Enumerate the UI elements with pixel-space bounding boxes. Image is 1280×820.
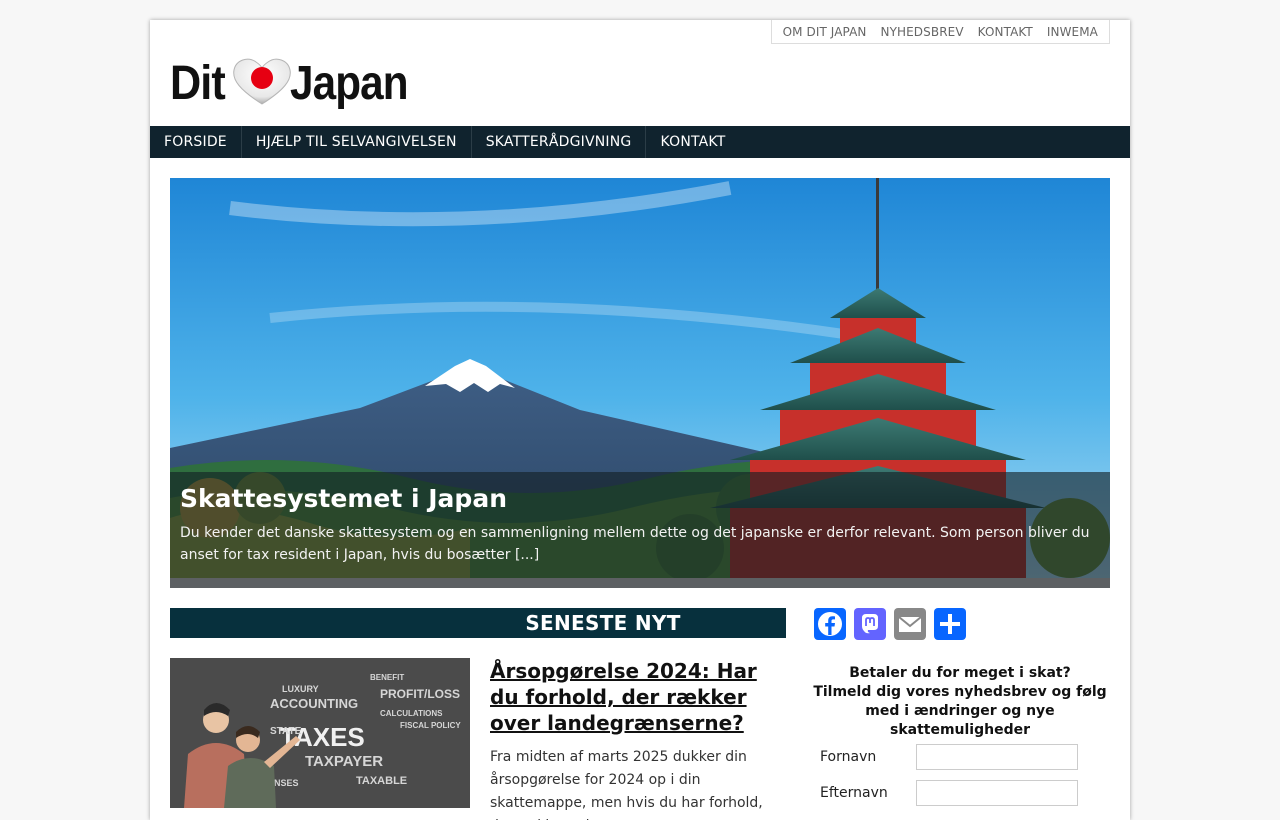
site-logo[interactable]: Dit Japan [170, 56, 410, 112]
facebook-icon[interactable] [814, 608, 846, 640]
mastodon-glyph-icon [862, 614, 878, 634]
top-nav-nyhedsbrev[interactable]: NYHEDSBREV [874, 25, 971, 39]
main-nav-hjaelp-selvangivelsen[interactable]: HJÆLP TIL SELVANGIVELSEN [242, 126, 472, 158]
mastodon-icon[interactable] [854, 608, 886, 640]
main-nav-forside[interactable]: FORSIDE [150, 126, 242, 158]
last-name-row: Efternavn [820, 780, 1080, 806]
email-icon[interactable] [894, 608, 926, 640]
page-container: OM DIT JAPAN NYHEDSBREV KONTAKT INWEMA D… [150, 20, 1130, 820]
featured-slider[interactable]: Skattesystemet i Japan Du kender det dan… [170, 178, 1110, 588]
signup-line-2: Tilmeld dig vores nyhedsbrev og følg med… [813, 684, 1107, 738]
latest-news-heading: SENESTE NYT [170, 608, 786, 638]
svg-text:LUXURY: LUXURY [282, 684, 319, 694]
svg-text:ACCOUNTING: ACCOUNTING [270, 696, 358, 711]
first-name-input[interactable] [916, 744, 1078, 770]
logo-word-japan: Japan [290, 57, 409, 110]
article-thumbnail[interactable]: ACCOUNTING PROFIT/LOSS TAXES TAXPAYER ST… [170, 658, 470, 808]
slider-progress-bar [170, 578, 1110, 588]
svg-text:TAXABLE: TAXABLE [356, 775, 407, 787]
latest-news-heading-text: SENESTE NYT [525, 611, 681, 635]
main-nav-skatteraadgivning[interactable]: SKATTERÅDGIVNING [472, 126, 647, 158]
svg-text:BENEFIT: BENEFIT [370, 673, 404, 682]
top-nav-om-dit-japan[interactable]: OM DIT JAPAN [776, 25, 874, 39]
article-excerpt: Fra midten af marts 2025 dukker din årso… [490, 749, 763, 820]
top-navigation: OM DIT JAPAN NYHEDSBREV KONTAKT INWEMA [770, 20, 1110, 44]
top-nav-inwema[interactable]: INWEMA [1040, 25, 1105, 39]
main-navigation: FORSIDE HJÆLP TIL SELVANGIVELSEN SKATTER… [150, 126, 1130, 158]
share-buttons [814, 608, 966, 640]
logo-word-dit: Dit [170, 57, 226, 110]
svg-text:TAXPAYER: TAXPAYER [305, 753, 383, 770]
svg-text:CALCULATIONS: CALCULATIONS [380, 709, 443, 718]
first-name-row: Fornavn [820, 744, 1080, 770]
svg-text:STATE: STATE [270, 726, 302, 737]
signup-line-1: Betaler du for meget i skat? [849, 665, 1071, 681]
hero-title[interactable]: Skattesystemet i Japan [180, 480, 1100, 518]
svg-text:FISCAL POLICY: FISCAL POLICY [400, 721, 461, 730]
heart-logo-icon [233, 58, 291, 105]
newsletter-signup-text: Betaler du for meget i skat? Tilmeld dig… [810, 664, 1110, 740]
main-nav-kontakt[interactable]: KONTAKT [646, 126, 739, 158]
share-icon[interactable] [934, 608, 966, 640]
svg-text:PROFIT/LOSS: PROFIT/LOSS [380, 687, 460, 701]
hero-caption: Skattesystemet i Japan Du kender det dan… [170, 472, 1110, 578]
last-name-label: Efternavn [820, 785, 888, 801]
last-name-input[interactable] [916, 780, 1078, 806]
article-title[interactable]: Årsopgørelse 2024: Har du forhold, der r… [490, 658, 790, 736]
envelope-glyph-icon [898, 616, 922, 632]
plus-share-glyph-icon [940, 614, 960, 634]
top-nav-kontakt[interactable]: KONTAKT [971, 25, 1040, 39]
first-name-label: Fornavn [820, 749, 877, 765]
hero-excerpt: Du kender det danske skattesystem og en … [180, 525, 1090, 563]
facebook-glyph-icon [818, 612, 842, 636]
taxes-word-cloud-image: ACCOUNTING PROFIT/LOSS TAXES TAXPAYER ST… [170, 658, 470, 808]
